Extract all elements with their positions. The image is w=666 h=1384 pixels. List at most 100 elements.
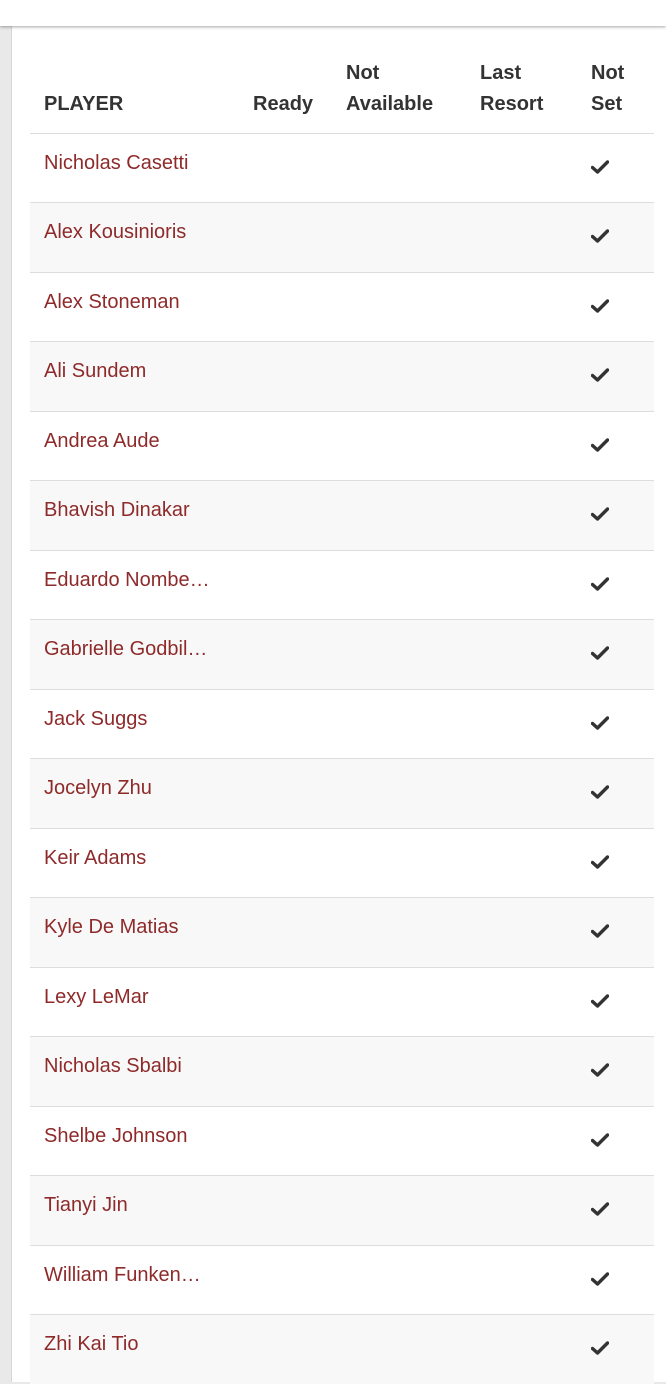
status-cell-not-available[interactable] <box>346 133 480 203</box>
status-cell-not-set[interactable] <box>591 481 654 551</box>
status-cell-not-set[interactable] <box>591 1037 654 1107</box>
status-cell-ready[interactable] <box>253 1037 346 1107</box>
status-cell-last-resort[interactable] <box>480 689 591 759</box>
status-cell-not-set[interactable] <box>591 203 654 273</box>
status-cell-last-resort[interactable] <box>480 133 591 203</box>
status-cell-ready[interactable] <box>253 1176 346 1246</box>
status-cell-not-set[interactable] <box>591 689 654 759</box>
status-cell-last-resort[interactable] <box>480 1037 591 1107</box>
status-cell-ready[interactable] <box>253 411 346 481</box>
status-cell-not-available[interactable] <box>346 203 480 273</box>
status-cell-ready[interactable] <box>253 1315 346 1384</box>
status-cell-not-set[interactable] <box>591 1315 654 1384</box>
status-cell-not-set[interactable] <box>591 1106 654 1176</box>
status-cell-last-resort[interactable] <box>480 550 591 620</box>
player-name-link[interactable]: Alex Stoneman <box>44 291 180 313</box>
status-cell-ready[interactable] <box>253 272 346 342</box>
status-cell-not-set[interactable] <box>591 133 654 203</box>
status-cell-ready[interactable] <box>253 759 346 829</box>
status-cell-last-resort[interactable] <box>480 481 591 551</box>
column-header-ready[interactable]: Ready <box>253 26 346 133</box>
status-cell-not-available[interactable] <box>346 342 480 412</box>
status-cell-last-resort[interactable] <box>480 1106 591 1176</box>
player-name-link[interactable]: Nicholas Casetti <box>44 152 189 174</box>
status-cell-last-resort[interactable] <box>480 1315 591 1384</box>
status-cell-not-available[interactable] <box>346 620 480 690</box>
status-cell-ready[interactable] <box>253 1245 346 1315</box>
status-cell-ready[interactable] <box>253 342 346 412</box>
player-name-link[interactable]: William Funken… <box>44 1264 201 1286</box>
player-name-link[interactable]: Alex Kousinioris <box>44 221 186 243</box>
status-cell-not-available[interactable] <box>346 1245 480 1315</box>
status-cell-not-available[interactable] <box>346 898 480 968</box>
player-name-link[interactable]: Jocelyn Zhu <box>44 777 152 799</box>
status-cell-ready[interactable] <box>253 898 346 968</box>
column-header-not-available[interactable]: Not Available <box>346 26 480 133</box>
status-cell-not-available[interactable] <box>346 1037 480 1107</box>
column-header-not-set[interactable]: Not Set <box>591 26 654 133</box>
player-name-link[interactable]: Zhi Kai Tio <box>44 1333 138 1355</box>
player-name-link[interactable]: Lexy LeMar <box>44 986 149 1008</box>
player-name-link[interactable]: Bhavish Dinakar <box>44 499 190 521</box>
status-cell-not-available[interactable] <box>346 272 480 342</box>
player-name-link[interactable]: Keir Adams <box>44 847 146 869</box>
status-cell-last-resort[interactable] <box>480 759 591 829</box>
status-cell-not-set[interactable] <box>591 898 654 968</box>
player-name-link[interactable]: Andrea Aude <box>44 430 160 452</box>
status-cell-not-set[interactable] <box>591 272 654 342</box>
status-cell-last-resort[interactable] <box>480 1245 591 1315</box>
status-cell-ready[interactable] <box>253 689 346 759</box>
status-cell-not-set[interactable] <box>591 342 654 412</box>
column-header-player[interactable]: PLAYER <box>30 26 253 133</box>
status-cell-not-set[interactable] <box>591 759 654 829</box>
status-cell-ready[interactable] <box>253 1106 346 1176</box>
status-cell-not-available[interactable] <box>346 967 480 1037</box>
table-row: Lexy LeMar <box>30 967 654 1037</box>
status-cell-last-resort[interactable] <box>480 342 591 412</box>
status-cell-last-resort[interactable] <box>480 272 591 342</box>
status-cell-ready[interactable] <box>253 828 346 898</box>
status-cell-not-available[interactable] <box>346 759 480 829</box>
status-cell-ready[interactable] <box>253 550 346 620</box>
status-cell-not-set[interactable] <box>591 967 654 1037</box>
player-name-link[interactable]: Shelbe Johnson <box>44 1125 187 1147</box>
status-cell-not-available[interactable] <box>346 481 480 551</box>
status-cell-not-set[interactable] <box>591 828 654 898</box>
status-cell-last-resort[interactable] <box>480 898 591 968</box>
player-name-cell: Lexy LeMar <box>30 967 253 1037</box>
player-name-link[interactable]: Eduardo Nombe… <box>44 569 210 591</box>
player-name-cell: Alex Stoneman <box>30 272 253 342</box>
status-cell-not-set[interactable] <box>591 1176 654 1246</box>
status-cell-not-set[interactable] <box>591 550 654 620</box>
status-cell-last-resort[interactable] <box>480 967 591 1037</box>
status-cell-not-available[interactable] <box>346 828 480 898</box>
status-cell-not-available[interactable] <box>346 1315 480 1384</box>
player-name-link[interactable]: Ali Sundem <box>44 360 146 382</box>
player-name-link[interactable]: Nicholas Sbalbi <box>44 1055 182 1077</box>
status-cell-not-available[interactable] <box>346 550 480 620</box>
status-cell-not-set[interactable] <box>591 620 654 690</box>
status-cell-last-resort[interactable] <box>480 828 591 898</box>
status-cell-not-available[interactable] <box>346 1106 480 1176</box>
status-cell-ready[interactable] <box>253 481 346 551</box>
column-header-last-resort[interactable]: Last Resort <box>480 26 591 133</box>
status-cell-last-resort[interactable] <box>480 1176 591 1246</box>
status-cell-ready[interactable] <box>253 203 346 273</box>
status-cell-last-resort[interactable] <box>480 203 591 273</box>
status-cell-not-set[interactable] <box>591 1245 654 1315</box>
player-name-link[interactable]: Jack Suggs <box>44 708 147 730</box>
player-name-link[interactable]: Tianyi Jin <box>44 1194 128 1216</box>
status-cell-ready[interactable] <box>253 620 346 690</box>
status-cell-not-available[interactable] <box>346 411 480 481</box>
status-cell-not-set[interactable] <box>591 411 654 481</box>
status-cell-last-resort[interactable] <box>480 620 591 690</box>
status-cell-not-available[interactable] <box>346 689 480 759</box>
status-cell-ready[interactable] <box>253 133 346 203</box>
status-cell-ready[interactable] <box>253 967 346 1037</box>
player-name-link[interactable]: Gabrielle Godbil… <box>44 638 207 660</box>
status-cell-not-available[interactable] <box>346 1176 480 1246</box>
check-icon <box>591 713 609 727</box>
status-cell-last-resort[interactable] <box>480 411 591 481</box>
player-name-link[interactable]: Kyle De Matias <box>44 916 179 938</box>
player-rows: Nicholas Casetti Alex Kousinioris Alex Sto… <box>30 133 654 1384</box>
